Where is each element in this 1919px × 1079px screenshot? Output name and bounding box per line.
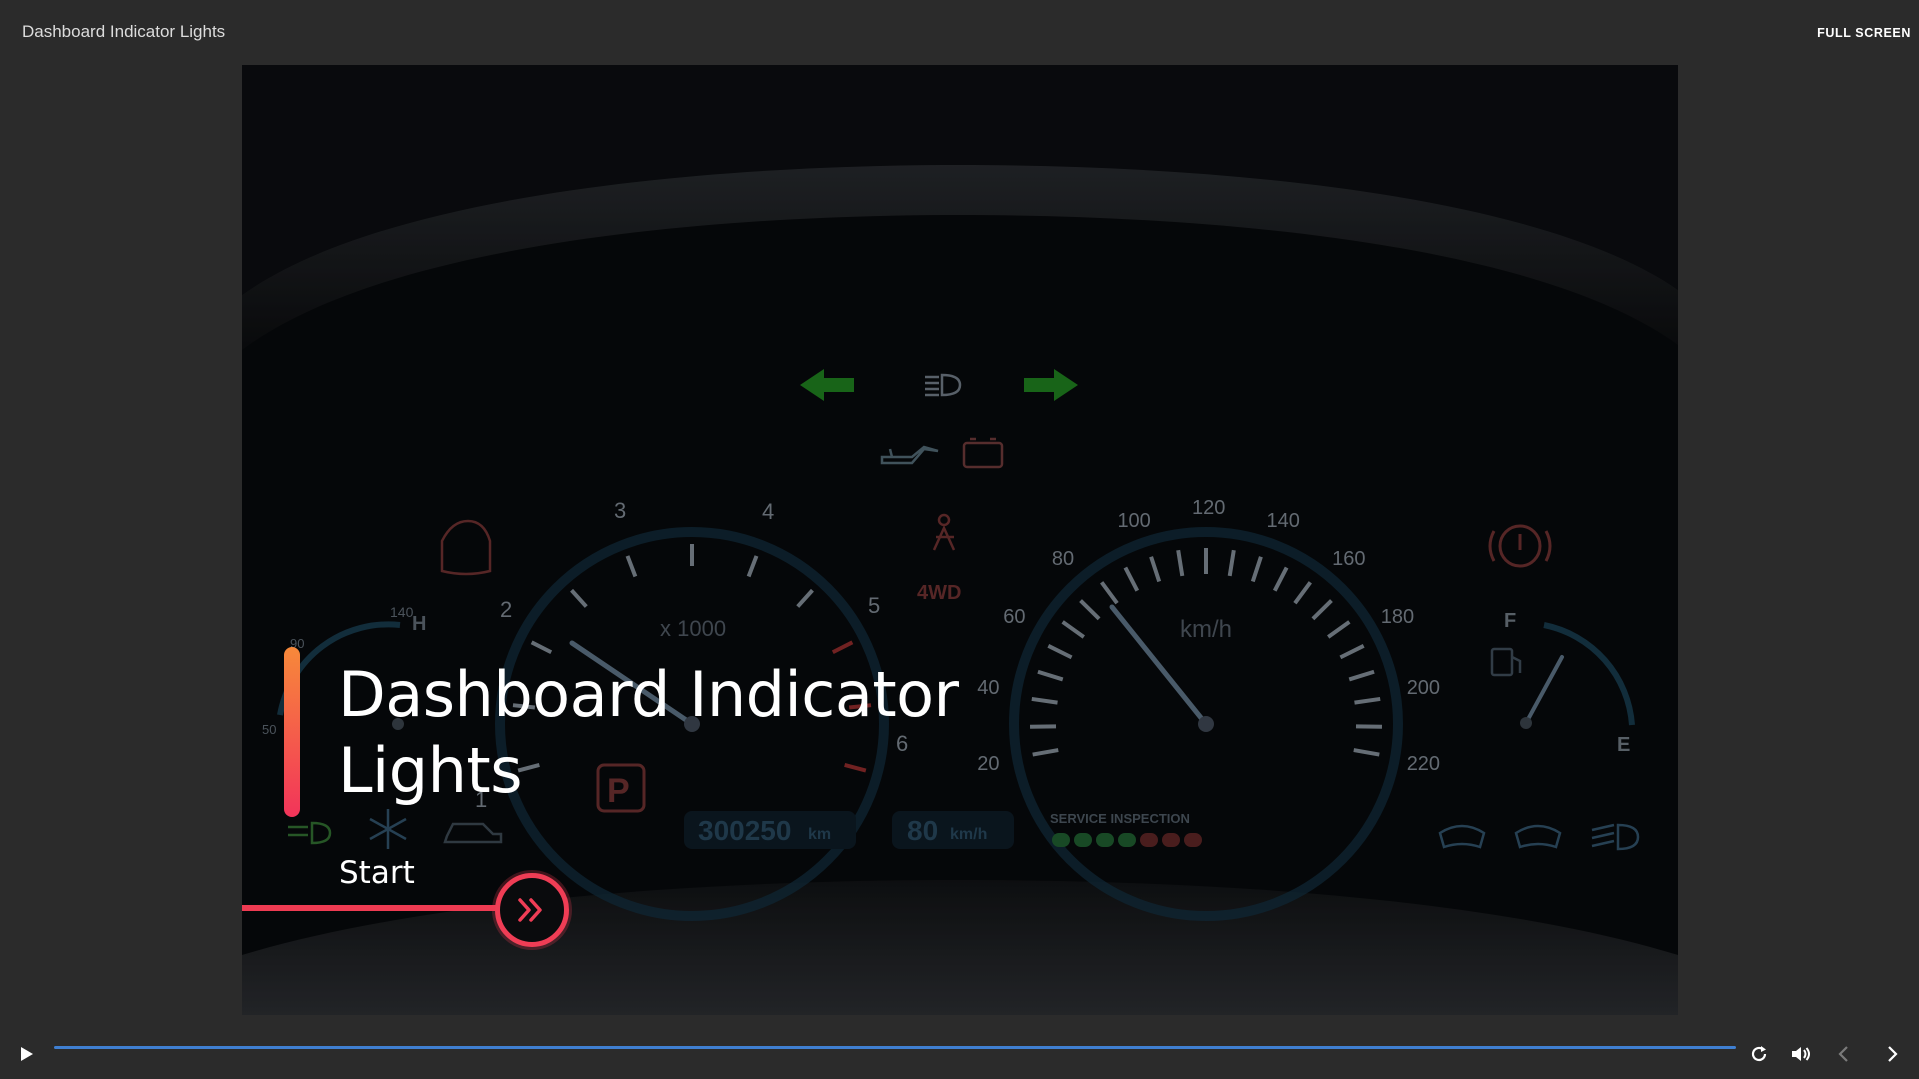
next-icon (1888, 1046, 1898, 1062)
top-bar: Dashboard Indicator Lights FULL SCREEN (0, 0, 1919, 64)
start-line (242, 905, 497, 911)
next-button[interactable] (1876, 1038, 1908, 1070)
play-button[interactable] (10, 1038, 42, 1070)
replay-button[interactable] (1743, 1038, 1775, 1070)
prev-icon (1838, 1046, 1848, 1062)
slide-stage: 4WD 140 H 90 50 1 2 3 4 5 6 x 1000 20 40… (242, 65, 1678, 1015)
progress-bar[interactable] (54, 1046, 1736, 1049)
start-button[interactable] (495, 873, 569, 947)
prev-button[interactable] (1828, 1038, 1860, 1070)
fullscreen-button[interactable]: FULL SCREEN (1817, 26, 1911, 40)
volume-button[interactable] (1784, 1038, 1816, 1070)
dashboard-illustration: 4WD 140 H 90 50 1 2 3 4 5 6 x 1000 20406… (242, 65, 1678, 1015)
accent-bar (284, 647, 300, 817)
slide-title: Dashboard Indicator Lights (338, 658, 959, 807)
start-label: Start (339, 855, 415, 891)
app-title: Dashboard Indicator Lights (22, 22, 226, 41)
play-icon (21, 1047, 33, 1061)
volume-icon (1792, 1047, 1810, 1061)
slide-title-block: Dashboard Indicator Lights (284, 647, 984, 817)
fast-forward-icon (518, 898, 542, 922)
player-controls (0, 1030, 1919, 1079)
replay-icon (1751, 1046, 1767, 1062)
